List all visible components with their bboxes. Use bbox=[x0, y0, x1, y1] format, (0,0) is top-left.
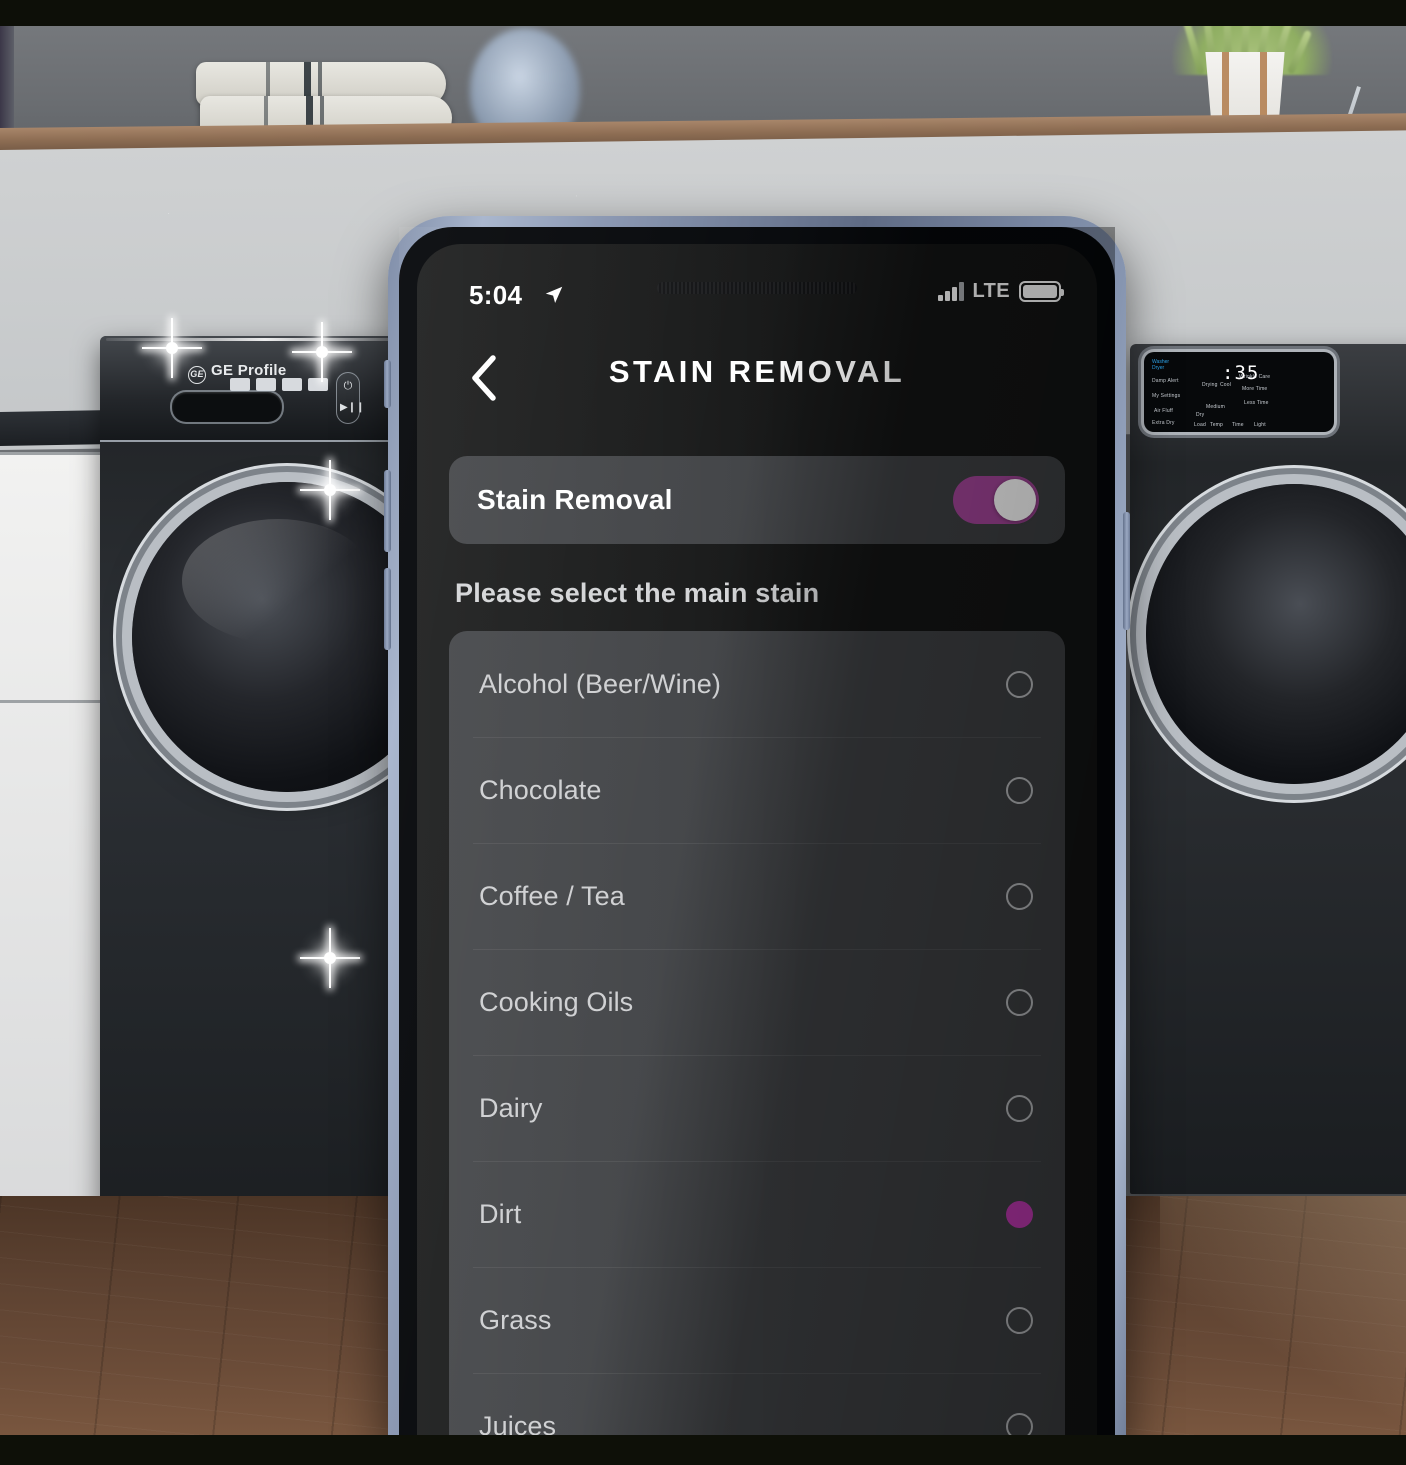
dryer-appliance: Washer Dryer Damp Alert My Settings Air F… bbox=[1130, 344, 1406, 1194]
list-item[interactable]: Chocolate bbox=[449, 737, 1065, 843]
list-item[interactable]: Cooking Oils bbox=[449, 949, 1065, 1055]
list-item[interactable]: Alcohol (Beer/Wine) bbox=[449, 631, 1065, 737]
ge-monogram-icon: GE bbox=[188, 366, 206, 384]
list-item-label: Alcohol (Beer/Wine) bbox=[479, 668, 721, 699]
switch-knob bbox=[994, 479, 1036, 521]
location-arrow-icon bbox=[543, 284, 565, 306]
washer-cycle-chips bbox=[230, 378, 328, 391]
radio-unselected-icon[interactable] bbox=[1006, 776, 1033, 804]
list-item-label: Chocolate bbox=[479, 774, 602, 805]
floor-light-glow bbox=[1160, 1196, 1406, 1441]
stain-removal-switch[interactable] bbox=[953, 476, 1039, 524]
phone-volume-up-button[interactable] bbox=[384, 470, 391, 552]
list-item-label: Grass bbox=[479, 1304, 552, 1335]
earpiece-speaker bbox=[657, 282, 857, 294]
phone-mute-switch[interactable] bbox=[384, 360, 391, 408]
radio-unselected-icon[interactable] bbox=[1006, 1306, 1033, 1334]
radio-unselected-icon[interactable] bbox=[1006, 670, 1033, 698]
washer-appliance: GE GE Profile ⏻ ▶❙❙ bbox=[100, 336, 442, 1216]
list-item-label: Cooking Oils bbox=[479, 986, 634, 1017]
list-item-label: Dairy bbox=[479, 1092, 543, 1123]
radio-unselected-icon[interactable] bbox=[1006, 882, 1033, 910]
letterbox-top bbox=[0, 0, 1406, 26]
signal-bars-icon bbox=[938, 282, 964, 301]
radio-unselected-icon[interactable] bbox=[1006, 988, 1033, 1016]
radio-unselected-icon[interactable] bbox=[1006, 1094, 1033, 1122]
page-title: STAIN REMOVAL bbox=[608, 354, 906, 389]
washer-power-button: ⏻ ▶❙❙ bbox=[336, 372, 364, 424]
phone-volume-down-button[interactable] bbox=[384, 568, 391, 650]
stain-removal-toggle-card[interactable]: Stain Removal bbox=[449, 456, 1065, 544]
list-item[interactable]: Coffee / Tea bbox=[449, 843, 1065, 949]
radio-selected-icon[interactable] bbox=[1006, 1200, 1033, 1228]
dryer-control-panel: Washer Dryer Damp Alert My Settings Air F… bbox=[1144, 352, 1334, 432]
dryer-time-display: :35 bbox=[1222, 362, 1260, 384]
stain-removal-label: Stain Removal bbox=[477, 484, 673, 515]
status-bar: 5:04 LTE bbox=[417, 244, 1097, 336]
list-item[interactable]: Grass bbox=[449, 1267, 1065, 1373]
nav-bar: STAIN REMOVAL bbox=[417, 336, 1097, 428]
status-indicators: LTE bbox=[938, 280, 1064, 303]
battery-full-icon bbox=[1019, 281, 1064, 302]
dryer-door bbox=[1146, 484, 1406, 784]
section-caption: Please select the main stain bbox=[455, 578, 820, 608]
list-item-label: Coffee / Tea bbox=[479, 880, 625, 911]
list-item[interactable]: Dairy bbox=[449, 1055, 1065, 1161]
washer-handle bbox=[172, 392, 282, 422]
washer-control-panel: GE GE Profile ⏻ ▶❙❙ bbox=[100, 336, 430, 442]
letterbox-bottom bbox=[0, 1435, 1406, 1465]
network-type-label: LTE bbox=[972, 280, 1010, 302]
phone-power-button[interactable] bbox=[1123, 512, 1130, 630]
phone-screen: 5:04 LTE STAIN REMOVAL Stain Removal Ple… bbox=[417, 244, 1097, 1448]
stain-option-list: Alcohol (Beer/Wine) Chocolate Coffee / Tea… bbox=[417, 244, 1065, 1448]
list-item-label: Dirt bbox=[479, 1198, 522, 1229]
phone-bezel: 5:04 LTE STAIN REMOVAL Stain Removal Ple… bbox=[399, 227, 1115, 1448]
phone-mockup: 5:04 LTE STAIN REMOVAL Stain Removal Ple… bbox=[384, 216, 1130, 1448]
list-item[interactable]: Dirt bbox=[449, 1161, 1065, 1267]
status-time: 5:04 bbox=[469, 280, 523, 310]
